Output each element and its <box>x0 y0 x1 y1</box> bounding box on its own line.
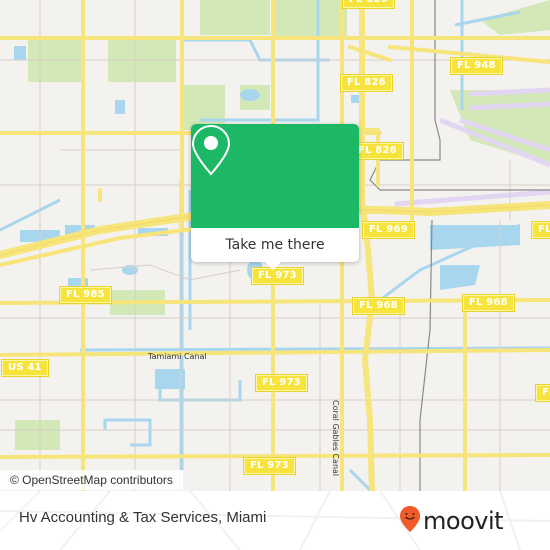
moovit-pin-icon <box>399 505 421 537</box>
location-popup: Take me there <box>191 124 359 270</box>
road-shield: FL 948 <box>451 58 502 74</box>
road-shield: FL 969 <box>532 222 550 238</box>
place-name: Hv Accounting & Tax Services, Miami <box>19 509 267 526</box>
moovit-wordmark: moovit <box>423 507 504 535</box>
road-shield: FL 826 <box>352 143 403 159</box>
road-shield: FL 973 <box>256 375 307 391</box>
map-attribution[interactable]: © OpenStreetMap contributors <box>0 470 183 490</box>
road-shield: FL 985 <box>60 287 111 303</box>
canal-label: Tamiami Canal <box>148 352 207 361</box>
road-shield: FL 968 <box>353 298 404 314</box>
road-shield: FL 969 <box>363 222 414 238</box>
moovit-logo[interactable]: moovit <box>399 505 504 537</box>
canal-label: Coral Gables Canal <box>331 400 340 477</box>
road-shield: FL 973 <box>252 268 303 284</box>
map-canvas[interactable]: FL 826 FL 948 FL 826 FL 826 FL 969 FL 96… <box>0 0 550 491</box>
road-shield: FL 968 <box>463 295 514 311</box>
popup-tail <box>265 262 281 270</box>
road-shield: FL 826 <box>343 0 394 8</box>
footer: Hv Accounting & Tax Services, Miami moov… <box>0 491 550 550</box>
road-shield: FL 826 <box>341 75 392 91</box>
park <box>28 40 83 82</box>
road-shield: FL 973 <box>244 458 295 474</box>
road-shield: FL 9 <box>536 385 550 401</box>
popup-header <box>191 124 359 228</box>
take-me-there-button[interactable]: Take me there <box>191 228 359 262</box>
road-shield: US 41 <box>2 360 48 376</box>
